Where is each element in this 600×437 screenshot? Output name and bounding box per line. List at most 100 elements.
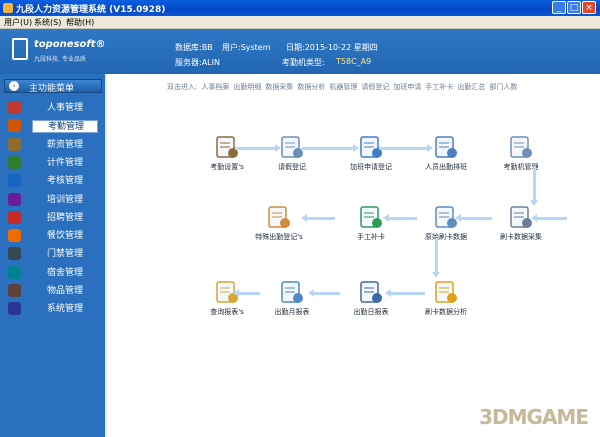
flow-node-label: 刷卡数据采集 — [500, 233, 542, 241]
quick-link[interactable]: 出勤明细 — [233, 83, 261, 91]
arrow-down-icon — [530, 200, 538, 206]
module-icon — [8, 284, 21, 297]
flow-connector — [237, 292, 260, 295]
quick-access-prefix: 双击进入: — [167, 83, 198, 91]
company-logo: toponesoft® 九段科技, 专业品质 — [8, 33, 108, 70]
sidebar-item[interactable]: 宿舍管理 — [4, 265, 102, 282]
clock-icon — [433, 134, 459, 160]
sidebar: › 主功能菜单 人事管理考勤管理薪资管理计件管理考核管理培训管理 招聘管理 餐饮管理… — [0, 74, 105, 437]
arrow-left-icon — [301, 214, 307, 222]
flow-connector — [535, 217, 567, 220]
sidebar-item-label: 系统管理 — [47, 304, 84, 315]
sidebar-item[interactable]: 计件管理 — [4, 155, 102, 172]
flow-node[interactable]: 手工补卡 — [344, 204, 398, 246]
menu-bar: 用户(U) 系统(S) 帮助(H) — [0, 16, 600, 29]
maximize-button[interactable]: □ — [567, 1, 581, 14]
sidebar-item[interactable]: 门禁管理 — [4, 246, 102, 263]
window-title-bar: 九段人力资源管理系统 (V15.0928) _ □ × — [0, 0, 600, 16]
sidebar-item[interactable]: 考核管理 — [4, 173, 102, 190]
minimize-button[interactable]: _ — [552, 1, 566, 14]
sidebar-item-label: 薪资管理 — [47, 139, 84, 150]
flow-connector — [459, 217, 492, 220]
module-icon — [8, 137, 21, 151]
quick-access-bar: 双击进入: 人事档案 出勤明细 数据采集 数据分析 机器管理 请假登记 加班申请 手工补卡 出勤汇… — [167, 82, 525, 92]
sidebar-item[interactable]: 培训管理 — [4, 192, 102, 209]
flow-node[interactable]: 考勤机管理 — [494, 134, 548, 176]
flow-connector — [305, 217, 335, 220]
sidebar-item[interactable]: 餐饮管理 — [4, 228, 102, 245]
main-menu-title: 主功能菜单 — [29, 84, 75, 94]
flow-node[interactable]: 原始刷卡数据 — [419, 204, 473, 246]
sidebar-item-label: 人事管理 — [47, 103, 84, 113]
calculator-icon — [508, 134, 534, 160]
sidebar-item[interactable]: 考勤管理 — [4, 118, 102, 135]
module-icon — [8, 119, 21, 133]
module-icon — [8, 192, 21, 206]
sidebar-item[interactable]: 招聘管理 — [4, 210, 102, 227]
pencil-doc-icon — [266, 204, 292, 230]
arrow-down-icon — [432, 272, 440, 278]
arrow-left-icon — [531, 214, 537, 222]
flow-node[interactable]: 人员出勤排班 — [419, 134, 473, 176]
module-icon — [8, 265, 21, 279]
flow-node[interactable]: 特殊出勤登记's — [252, 204, 306, 246]
flow-connector — [387, 217, 417, 220]
sidebar-item-label: 宿舍管理 — [47, 267, 84, 278]
arrow-left-icon — [385, 289, 391, 297]
quick-link[interactable]: 加班申请 — [393, 83, 421, 91]
flow-connector — [435, 239, 438, 274]
quick-link[interactable]: 部门人数 — [489, 83, 517, 91]
monthly-report-icon — [279, 279, 305, 305]
quick-link[interactable]: 手工补卡 — [425, 83, 453, 91]
module-icon — [8, 210, 21, 224]
main-panel: 双击进入: 人事档案 出勤明细 数据采集 数据分析 机器管理 请假登记 加班申请 手工补卡 出勤汇… — [107, 74, 600, 437]
sidebar-item[interactable]: 薪资管理 — [4, 137, 102, 154]
sidebar-item[interactable]: 物品管理 — [4, 283, 102, 300]
flow-node[interactable]: 刷卡数据采集 — [494, 204, 548, 246]
sidebar-item-label: 考勤管理 — [32, 120, 98, 134]
module-icon — [8, 247, 21, 261]
flow-node[interactable]: 出勤日报表 — [344, 279, 398, 321]
menu-help[interactable]: 帮助(H) — [66, 17, 94, 28]
window-title: 九段人力资源管理系统 (V15.0928) — [16, 5, 166, 15]
quick-link[interactable]: 请假登记 — [361, 83, 389, 91]
date-label: 日期:2015-10-22 星期四 — [286, 43, 378, 52]
sidebar-item-label: 考核管理 — [47, 176, 84, 187]
quick-link[interactable]: 数据分析 — [297, 83, 325, 91]
quick-link[interactable]: 数据采集 — [265, 83, 293, 91]
app-icon — [3, 3, 13, 13]
flow-node[interactable]: 刷卡数据分析 — [419, 279, 473, 321]
sidebar-item[interactable]: 系统管理 — [4, 301, 102, 318]
flow-connector — [533, 166, 536, 202]
database-label: 数据库:BB — [175, 43, 213, 52]
quick-link[interactable]: 出勤汇总 — [457, 83, 485, 91]
menu-user[interactable]: 用户(U) — [4, 17, 32, 28]
close-button[interactable]: × — [582, 1, 596, 14]
sidebar-item[interactable]: 人事管理 — [4, 100, 102, 117]
machine-type-value: T58C_A9 — [336, 57, 372, 66]
quick-link[interactable]: 机器管理 — [329, 83, 357, 91]
machine-type-label: 考勤机类型: — [282, 58, 325, 67]
flow-connector — [235, 147, 277, 150]
flow-node[interactable]: 请假登记 — [265, 134, 319, 176]
flow-connector — [312, 292, 340, 295]
main-menu-header[interactable]: › 主功能菜单 — [4, 79, 102, 94]
module-icon — [8, 155, 21, 169]
server-label: 服务器:ALIN — [175, 58, 220, 67]
module-icon — [8, 101, 21, 114]
flow-node-label: 特殊出勤登记's — [255, 233, 303, 241]
sidebar-item-label: 物品管理 — [47, 286, 84, 296]
arrow-right-icon: › — [9, 81, 19, 91]
user-label: 用户:System — [222, 43, 271, 52]
logo-slogan: 九段科技, 专业品质 — [34, 56, 86, 63]
arrow-left-icon — [455, 214, 461, 222]
arrow-left-icon — [383, 214, 389, 222]
watermark: 3DMGAME — [479, 405, 589, 429]
arrow-right-icon — [275, 144, 281, 152]
flow-connector — [379, 147, 429, 150]
menu-system[interactable]: 系统(S) — [34, 17, 61, 28]
quick-link[interactable]: 人事档案 — [201, 83, 229, 91]
flow-node[interactable]: 加班申请登记 — [344, 134, 398, 176]
module-icon — [8, 302, 21, 316]
flow-node[interactable]: 出勤月报表 — [265, 279, 319, 321]
